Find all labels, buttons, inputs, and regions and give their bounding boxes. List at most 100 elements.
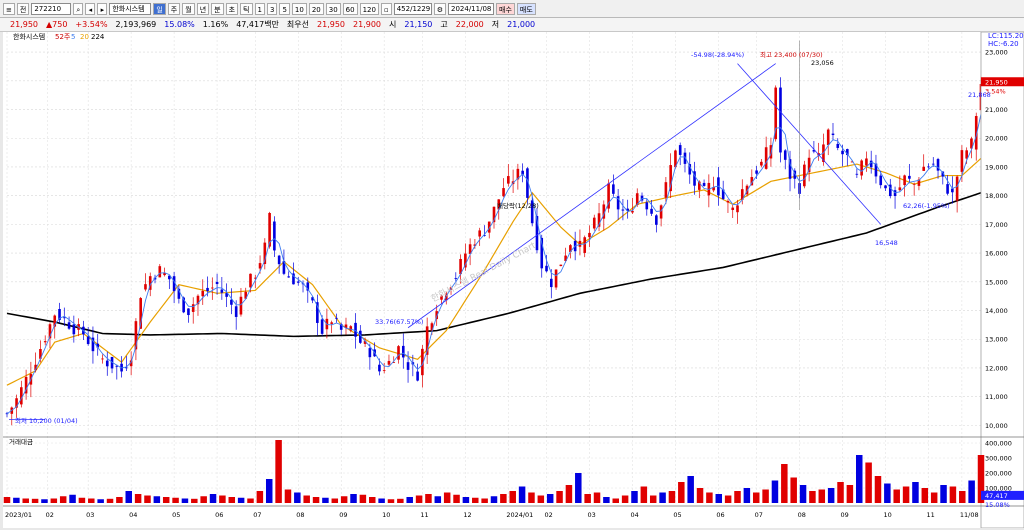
- candle-body: [554, 269, 558, 288]
- price-value: 21,950: [10, 20, 38, 29]
- menu-icon[interactable]: ≡: [3, 2, 15, 15]
- candle-body: [20, 387, 23, 405]
- current-volume-pct: 15.08%: [985, 501, 1010, 509]
- interval-button[interactable]: 1: [254, 2, 265, 15]
- candle-body: [908, 175, 911, 179]
- candle-body: [105, 360, 109, 367]
- volume-bar: [462, 497, 470, 503]
- date-field[interactable]: 2024/11/08: [448, 2, 494, 15]
- lock-icon[interactable]: ▫: [380, 2, 392, 15]
- time-tick-label: 02: [545, 511, 553, 519]
- stock-name-field: 한화시스템: [109, 2, 152, 15]
- period-button[interactable]: 주: [167, 2, 181, 15]
- prev-stock-button[interactable]: ◂: [85, 2, 96, 15]
- candle-body: [855, 173, 859, 175]
- candle-body: [378, 364, 381, 372]
- interval-button[interactable]: 3: [266, 2, 278, 15]
- interval-button[interactable]: 30: [325, 2, 341, 15]
- search-icon[interactable]: ⌕: [73, 2, 84, 15]
- volume-value: 2,193,969: [115, 20, 157, 29]
- candle-body: [406, 362, 410, 370]
- time-tick-label: 11/08: [960, 511, 979, 519]
- candle-body: [201, 290, 205, 297]
- volume-bar: [715, 494, 723, 503]
- candle-body: [755, 170, 758, 174]
- volume-bar: [509, 491, 516, 503]
- candle-body: [955, 176, 959, 201]
- volume-bar: [799, 485, 807, 503]
- period-button[interactable]: 초: [225, 2, 239, 15]
- interval-button[interactable]: 120: [359, 2, 379, 15]
- time-tick-label: 03: [587, 511, 595, 519]
- volume-bar: [584, 494, 591, 503]
- candle-body: [401, 345, 405, 358]
- candle-body: [831, 133, 835, 136]
- period-button[interactable]: 분: [211, 2, 224, 15]
- volume-bar: [659, 492, 666, 503]
- volume-bar: [434, 496, 442, 503]
- candle-body: [191, 304, 195, 312]
- interval-button[interactable]: 10: [291, 2, 307, 15]
- price-tick-label: 23,000: [985, 49, 1008, 57]
- candle-body: [664, 182, 668, 198]
- main-toolbar: ≡ 전 272210 ⌕ ◂ ▸ 한화시스템 일 주월년분초틱 1 3 5 10 20 3…: [0, 0, 1024, 18]
- candle-body: [220, 289, 224, 293]
- vol-ma-label: 62,26(-1.95%): [903, 202, 950, 210]
- volume-bar: [621, 495, 629, 503]
- candle-body: [578, 240, 582, 247]
- volume-bar: [88, 498, 95, 503]
- candle-body: [860, 160, 863, 176]
- volume-bar: [518, 486, 526, 503]
- price-chart[interactable]: 23,00022,00021,00020,00019,00018,00017,0…: [3, 31, 1024, 529]
- price-tick-label: 13,000: [985, 336, 1008, 344]
- volume-bar: [172, 497, 179, 503]
- volume-bar: [13, 497, 20, 503]
- time-tick-label: 09: [841, 511, 849, 519]
- candle-body: [545, 265, 548, 272]
- right-label: 21,868: [968, 91, 991, 99]
- market-selector[interactable]: 전: [16, 2, 30, 15]
- next-stock-button[interactable]: ▸: [97, 2, 108, 15]
- interval-button[interactable]: 60: [342, 2, 358, 15]
- price-tick-label: 17,000: [985, 221, 1008, 229]
- period-button[interactable]: 월: [182, 2, 195, 15]
- candle-body: [206, 287, 209, 292]
- legend-stock-name: 한화시스템: [13, 33, 45, 41]
- candle-body: [387, 360, 391, 365]
- quote-bar: 21,950 ▲750 +3.54% 2,193,969 15.08% 1.16…: [0, 18, 1024, 32]
- volume-bar: [331, 498, 339, 503]
- volume-bar: [181, 498, 189, 503]
- volume-bar: [940, 485, 947, 503]
- volume-bar: [921, 488, 929, 503]
- buy-button[interactable]: 매수: [496, 2, 515, 15]
- volume-bar: [41, 499, 48, 503]
- candle-body: [588, 232, 591, 238]
- candle-body: [836, 143, 840, 148]
- volume-bar: [144, 495, 151, 503]
- candle-body: [330, 322, 333, 324]
- period-button[interactable]: 틱: [240, 2, 253, 15]
- volume-bar: [912, 482, 919, 503]
- interval-button[interactable]: 20: [308, 2, 324, 15]
- candle-body: [726, 200, 730, 203]
- candle-body: [912, 183, 916, 185]
- volume-bar: [162, 497, 170, 503]
- candle-body: [946, 184, 949, 194]
- period-button[interactable]: 년: [196, 2, 210, 15]
- time-tick-label: 05: [673, 511, 681, 519]
- volume-bar: [537, 495, 545, 503]
- candle-body: [621, 209, 625, 211]
- candle-body: [549, 278, 553, 288]
- time-tick-label: 11: [420, 511, 428, 519]
- current-price-label: 21,950: [985, 78, 1008, 86]
- sell-button[interactable]: 매도: [516, 2, 536, 15]
- chart-area[interactable]: 23,00022,00021,00020,00019,00018,00017,0…: [3, 31, 1024, 529]
- interval-button[interactable]: 5: [279, 2, 290, 15]
- stock-code-input[interactable]: 272210: [31, 2, 72, 15]
- volume-bar: [425, 494, 432, 503]
- candle-body: [865, 158, 868, 166]
- candle-body: [559, 264, 563, 267]
- candle-body: [760, 161, 763, 166]
- period-day-button[interactable]: 일: [153, 2, 166, 15]
- settings-icon[interactable]: ⚙: [433, 2, 446, 15]
